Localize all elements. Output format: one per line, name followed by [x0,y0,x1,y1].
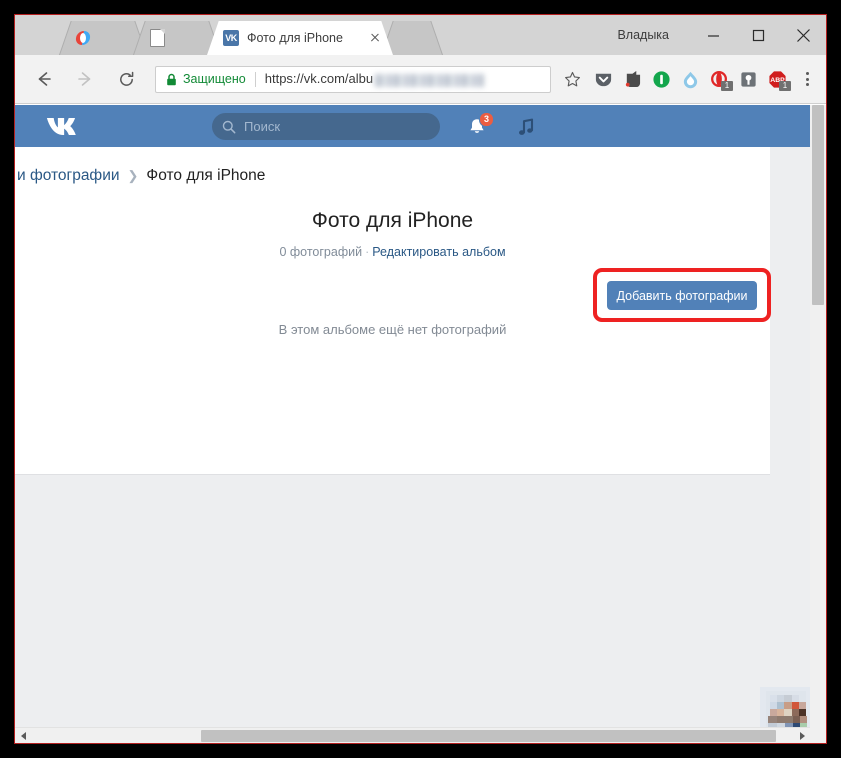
keepass-icon[interactable] [734,62,763,96]
avast-icon[interactable] [676,62,705,96]
search-placeholder: Поиск [244,119,281,134]
minimize-icon[interactable] [691,15,736,55]
scroll-left-arrow[interactable] [15,728,31,743]
extension-badge: 1 [721,81,733,91]
page-horizontal-scrollbar[interactable] [15,727,826,743]
vk-top-bar: Поиск 3 [15,105,810,147]
album-meta: 0 фотографий · Редактировать альбом [15,245,770,259]
browser-window: VK Фото для iPhone Владыка Защищено http… [14,14,827,744]
back-arrow-icon[interactable] [27,62,61,96]
page-viewport: Поиск 3 и фотографии ❯ Фото для iPhone Ф… [15,105,826,743]
maximize-icon[interactable] [736,15,781,55]
reload-icon[interactable] [109,62,143,96]
window-controls: Владыка [617,15,826,55]
opera-icon [75,30,91,46]
page-vertical-scrollbar[interactable] [810,105,826,743]
meta-separator: · [365,245,370,259]
three-dots-icon[interactable] [794,62,820,96]
chevron-right-icon: ❯ [127,168,139,183]
page-icon [149,29,165,47]
extension-badge: 1 [779,81,791,91]
url-blurred-region [374,73,485,87]
notification-badge: 3 [479,112,494,127]
evernote-icon[interactable] [618,62,647,96]
search-icon [222,120,236,134]
edit-album-link[interactable]: Редактировать альбом [372,245,505,259]
forward-arrow-icon[interactable] [68,62,102,96]
pocket-icon[interactable] [589,62,618,96]
horizontal-scroll-thumb[interactable] [201,730,776,742]
empty-album-message: В этом альбоме ещё нет фотографий [278,322,507,337]
scroll-right-arrow[interactable] [794,728,810,743]
user-name-label[interactable]: Владыка [617,28,669,42]
address-bar[interactable]: Защищено https://vk.com/albu [155,65,551,93]
vk-favicon: VK [223,30,239,46]
tab-title: Фото для iPhone [247,31,343,45]
music-note-icon[interactable] [515,116,537,138]
add-photos-button[interactable]: Добавить фотографии [607,281,757,310]
omnibox-divider [254,71,256,87]
close-icon[interactable] [781,15,826,55]
screenshot-root: VK Фото для iPhone Владыка Защищено http… [0,0,841,758]
photo-count-label: 0 фотографий [279,245,363,259]
search-input[interactable]: Поиск [212,113,440,140]
1password-icon[interactable] [647,62,676,96]
breadcrumb-current: Фото для iPhone [146,167,266,184]
lock-icon [166,73,177,86]
extension-icons: 1 ABP 1 [589,62,794,96]
security-label: Защищено [183,72,246,86]
bell-icon[interactable]: 3 [465,112,494,139]
tab-active-vk[interactable]: VK Фото для iPhone [207,21,393,55]
vertical-scroll-thumb[interactable] [812,105,824,305]
breadcrumb-parent[interactable]: и фотографии [17,167,120,185]
vk-logo-icon[interactable] [45,116,81,137]
opera-vpn-icon[interactable]: 1 [705,62,734,96]
tab-strip: VK Фото для iPhone Владыка [15,15,826,55]
star-icon[interactable] [559,67,585,92]
close-tab-icon[interactable] [367,30,383,46]
adblock-plus-icon[interactable]: ABP 1 [763,62,792,96]
scrollbar-corner [810,727,826,743]
browser-toolbar: Защищено https://vk.com/albu 1 ABP 1 [15,55,826,104]
tab-background-1[interactable] [59,21,147,55]
url-text: https://vk.com/albu [265,71,485,87]
breadcrumb: и фотографии ❯ Фото для iPhone [15,147,770,205]
page-title: Фото для iPhone [311,209,474,232]
